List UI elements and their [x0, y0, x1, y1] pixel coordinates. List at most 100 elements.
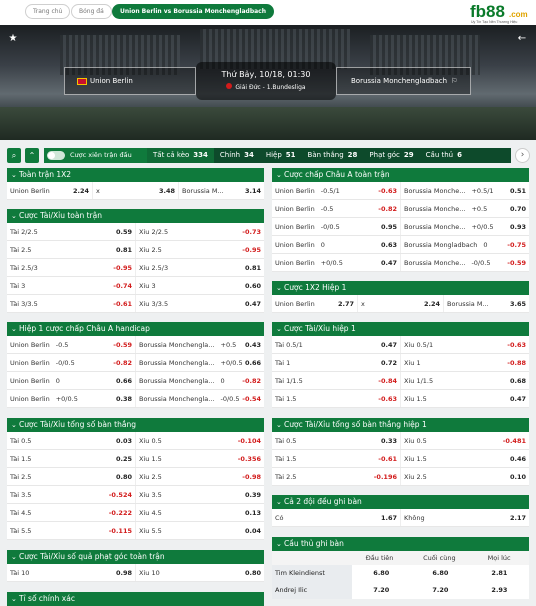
- odds-cell[interactable]: Borussia Monche... -0/0.5 -0.59: [401, 254, 529, 271]
- tab-half[interactable]: Hiệp 51: [260, 148, 302, 163]
- card-header[interactable]: ⌄ Tỉ số chính xác: [7, 592, 264, 606]
- odds-cell[interactable]: Tài 10 0.98: [7, 564, 136, 581]
- odds-cell[interactable]: Union Berlin -0.5 -0.82: [272, 200, 401, 217]
- odds-cell[interactable]: Tài 4.5 -0.222: [7, 504, 136, 521]
- odds-cell[interactable]: Borussia Monche... +0/0.5 0.93: [401, 218, 529, 235]
- breadcrumb-home[interactable]: Trang chủ: [25, 4, 71, 19]
- odds-cell[interactable]: Xỉu 3/3.5 0.47: [136, 295, 264, 312]
- odds-cell[interactable]: Tài 2.5 0.80: [7, 468, 136, 485]
- odds-cell[interactable]: Xỉu 5.5 0.04: [136, 522, 264, 539]
- odds-cell[interactable]: Union Berlin 0 0.66: [7, 372, 136, 389]
- card-header[interactable]: ⌄ Cược Tài/Xỉu toàn trận: [7, 209, 264, 223]
- odds-cell[interactable]: Union Berlin -0.5 -0.59: [7, 336, 136, 353]
- odds-cell[interactable]: Tài 3 -0.74: [7, 277, 136, 294]
- tab-main[interactable]: Chính 34: [214, 148, 260, 163]
- odds-cell[interactable]: Có 1.67: [272, 509, 401, 526]
- odds-cell[interactable]: Tài 3/3.5 -0.61: [7, 295, 136, 312]
- scorer-odds[interactable]: 2.93: [470, 582, 529, 599]
- odds-cell[interactable]: Tài 2.5/3 -0.95: [7, 259, 136, 276]
- odds-cell[interactable]: Xỉu 1.5 -0.356: [136, 450, 264, 467]
- odds-cell[interactable]: Xỉu 2.5/3 0.81: [136, 259, 264, 276]
- odds-cell[interactable]: Union Berlin -0/0.5 0.95: [272, 218, 401, 235]
- odds-cell[interactable]: Borussia Monchengla... +0/0.5 0.66: [136, 354, 264, 371]
- collapse-all-icon[interactable]: ⌃: [25, 148, 39, 163]
- odds-cell[interactable]: Borussia Monchengla... +0.5 0.43: [136, 336, 264, 353]
- odds-cell[interactable]: Xỉu 1 -0.88: [401, 354, 529, 371]
- scorer-odds[interactable]: 6.80: [411, 565, 470, 582]
- breadcrumb-match[interactable]: Union Berlin vs Borussia Monchengladbach: [112, 4, 274, 19]
- card-header[interactable]: ⌄ Toàn trận 1X2: [7, 168, 264, 182]
- scorer-odds[interactable]: 7.20: [411, 582, 470, 599]
- card-header[interactable]: ⌄ Cược 1X2 Hiệp 1: [272, 281, 529, 295]
- odds-cell[interactable]: Tài 0.5 0.03: [7, 432, 136, 449]
- scorer-odds[interactable]: 6.80: [352, 565, 411, 582]
- odds-cell[interactable]: Union Berlin -0.5/1 -0.63: [272, 182, 401, 199]
- back-arrow-icon[interactable]: ←: [516, 33, 528, 45]
- tab-corners[interactable]: Phạt góc 29: [363, 148, 419, 163]
- tabs-next-arrow-icon[interactable]: ›: [515, 148, 530, 163]
- card-header[interactable]: ⌄ Cược Tài/Xỉu tổng số bàn thắng hiệp 1: [272, 418, 529, 432]
- odds-cell[interactable]: Xỉu 1.5 0.46: [401, 450, 529, 467]
- tab-players[interactable]: Cầu thủ 6: [420, 148, 468, 163]
- odds-cell[interactable]: Xỉu 2.5 0.10: [401, 468, 529, 485]
- odds-cell[interactable]: Xỉu 2.5 -0.95: [136, 241, 264, 258]
- odds-cell[interactable]: Xỉu 3 0.60: [136, 277, 264, 294]
- odds-cell[interactable]: Xỉu 0.5 -0.104: [136, 432, 264, 449]
- odds-cell[interactable]: Tài 1 0.72: [272, 354, 401, 371]
- odds-cell[interactable]: Tài 1/1.5 -0.84: [272, 372, 401, 389]
- odds-cell[interactable]: Tài 2/2.5 0.59: [7, 223, 136, 240]
- odds-cell[interactable]: Borussia Monchengla... 0 -0.82: [136, 372, 264, 389]
- odds-cell[interactable]: Tài 0.5 0.33: [272, 432, 401, 449]
- odds-cell[interactable]: Tài 5.5 -0.115: [7, 522, 136, 539]
- odds-cell[interactable]: Union Berlin +0/0.5 0.47: [272, 254, 401, 271]
- odds-cell[interactable]: Tài 3.5 -0.524: [7, 486, 136, 503]
- odds-cell[interactable]: Tài 2.5 0.81: [7, 241, 136, 258]
- toggle-switch[interactable]: [47, 151, 65, 160]
- odds-cell[interactable]: Xỉu 2.5 -0.98: [136, 468, 264, 485]
- odds-cell[interactable]: Union Berlin 2.24: [7, 182, 93, 199]
- odds-cell[interactable]: Borussia Monche... +0.5 0.70: [401, 200, 529, 217]
- breadcrumb-football[interactable]: Bóng đá: [71, 4, 112, 19]
- odds-cell[interactable]: x 2.24: [358, 295, 444, 312]
- favorite-star-icon[interactable]: ★: [7, 33, 19, 45]
- odds-value: -0.95: [242, 245, 261, 254]
- odds-cell[interactable]: Xỉu 0.5 -0.481: [401, 432, 529, 449]
- card-header[interactable]: ⌄ Hiệp 1 cược chấp Châu A handicap: [7, 322, 264, 336]
- odds-cell[interactable]: Xỉu 4.5 0.13: [136, 504, 264, 521]
- odds-cell[interactable]: Xỉu 0.5/1 -0.63: [401, 336, 529, 353]
- odds-cell[interactable]: Tài 1.5 -0.63: [272, 390, 401, 407]
- odds-cell[interactable]: Borussia Mongladbach 0 -0.75: [401, 236, 529, 253]
- card-header[interactable]: ⌄ Cầu thủ ghi bàn: [272, 537, 529, 551]
- tab-all[interactable]: Tất cả kèo 334: [147, 148, 214, 163]
- odds-cell[interactable]: Borussia M... 3.65: [444, 295, 529, 312]
- scorer-odds[interactable]: 2.81: [470, 565, 529, 582]
- tab-goals[interactable]: Bàn thắng 28: [302, 148, 364, 163]
- odds-cell[interactable]: Xỉu 2/2.5 -0.73: [136, 223, 264, 240]
- odds-cell[interactable]: Union Berlin 0 0.63: [272, 236, 401, 253]
- odds-cell[interactable]: Tài 1.5 -0.61: [272, 450, 401, 467]
- odds-cell[interactable]: Xỉu 3.5 0.39: [136, 486, 264, 503]
- odds-cell[interactable]: Tài 0.5/1 0.47: [272, 336, 401, 353]
- card-header[interactable]: ⌄ Cược chấp Châu A toàn trận: [272, 168, 529, 182]
- odds-cell[interactable]: Không 2.17: [401, 509, 529, 526]
- odds-cell[interactable]: Borussia M... 3.14: [179, 182, 264, 199]
- card-header[interactable]: ⌄ Cược Tài/Xỉu số quả phạt góc toàn trận: [7, 550, 264, 564]
- card-header[interactable]: ⌄ Cả 2 đội đều ghi bàn: [272, 495, 529, 509]
- odds-cell[interactable]: Xỉu 1.5 0.47: [401, 390, 529, 407]
- parlay-toggle[interactable]: Cược xiên trận đấu: [44, 148, 147, 163]
- odds-cell[interactable]: Union Berlin -0/0.5 -0.82: [7, 354, 136, 371]
- odds-cell[interactable]: Xỉu 1/1.5 0.68: [401, 372, 529, 389]
- odds-cell[interactable]: Tài 2.5 -0.196: [272, 468, 401, 485]
- odds-cell[interactable]: Borussia Monche... +0.5/1 0.51: [401, 182, 529, 199]
- odds-cell[interactable]: Tài 1.5 0.25: [7, 450, 136, 467]
- fb88-logo[interactable]: fb88 .com Uy Tín Tạo Nên Thương Hiệu: [468, 0, 536, 25]
- scorer-odds[interactable]: 7.20: [352, 582, 411, 599]
- search-icon[interactable]: ⌕: [7, 148, 21, 163]
- odds-cell[interactable]: Borussia Monchengla... -0/0.5 -0.54: [136, 390, 264, 407]
- card-header[interactable]: ⌄ Cược Tài/Xỉu tổng số bàn thắng: [7, 418, 264, 432]
- odds-cell[interactable]: Union Berlin +0/0.5 0.38: [7, 390, 136, 407]
- odds-cell[interactable]: x 3.48: [93, 182, 179, 199]
- card-header[interactable]: ⌄ Cược Tài/Xỉu hiệp 1: [272, 322, 529, 336]
- odds-cell[interactable]: Xỉu 10 0.80: [136, 564, 264, 581]
- odds-cell[interactable]: Union Berlin 2.77: [272, 295, 358, 312]
